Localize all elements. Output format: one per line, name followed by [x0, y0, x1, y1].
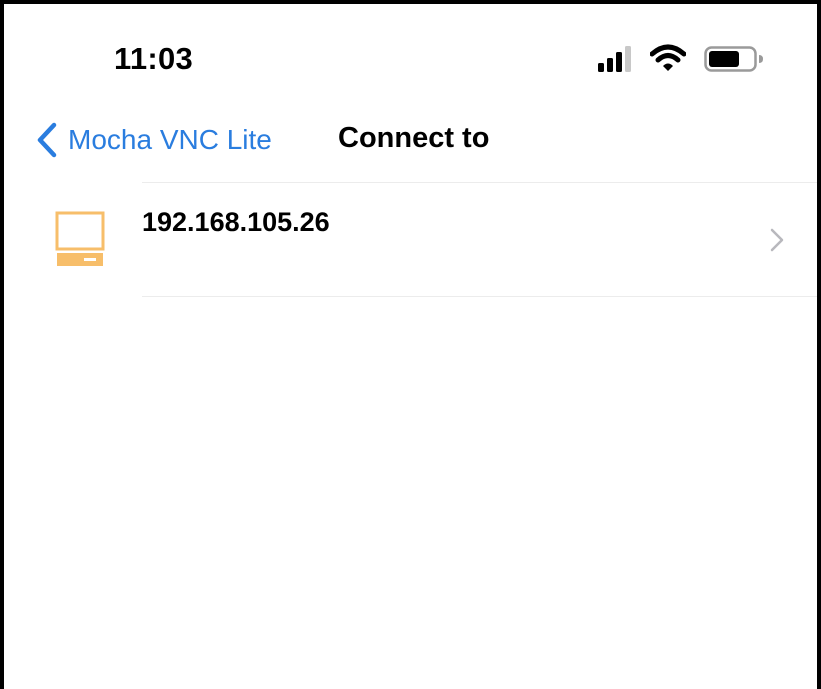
chevron-left-icon	[37, 122, 57, 158]
navigation-bar: Mocha VNC Lite Connect to	[4, 104, 817, 180]
status-bar: 11:03	[4, 4, 817, 104]
computer-icon	[55, 211, 105, 266]
screen: 11:03 Mocha VNC Lite Connect to 192.168.…	[0, 0, 821, 689]
page-title: Connect to	[338, 122, 490, 154]
back-button-label: Mocha VNC Lite	[68, 124, 272, 155]
list-separator-bottom	[142, 296, 817, 297]
signal-icon	[598, 46, 631, 72]
back-button[interactable]: Mocha VNC Lite	[34, 118, 272, 162]
status-time: 11:03	[114, 41, 194, 76]
battery-icon	[704, 46, 763, 72]
host-address: 192.168.105.26	[142, 207, 330, 237]
chevron-right-icon	[770, 228, 784, 252]
wifi-icon	[650, 44, 686, 71]
host-list-item[interactable]: 192.168.105.26	[4, 183, 817, 296]
